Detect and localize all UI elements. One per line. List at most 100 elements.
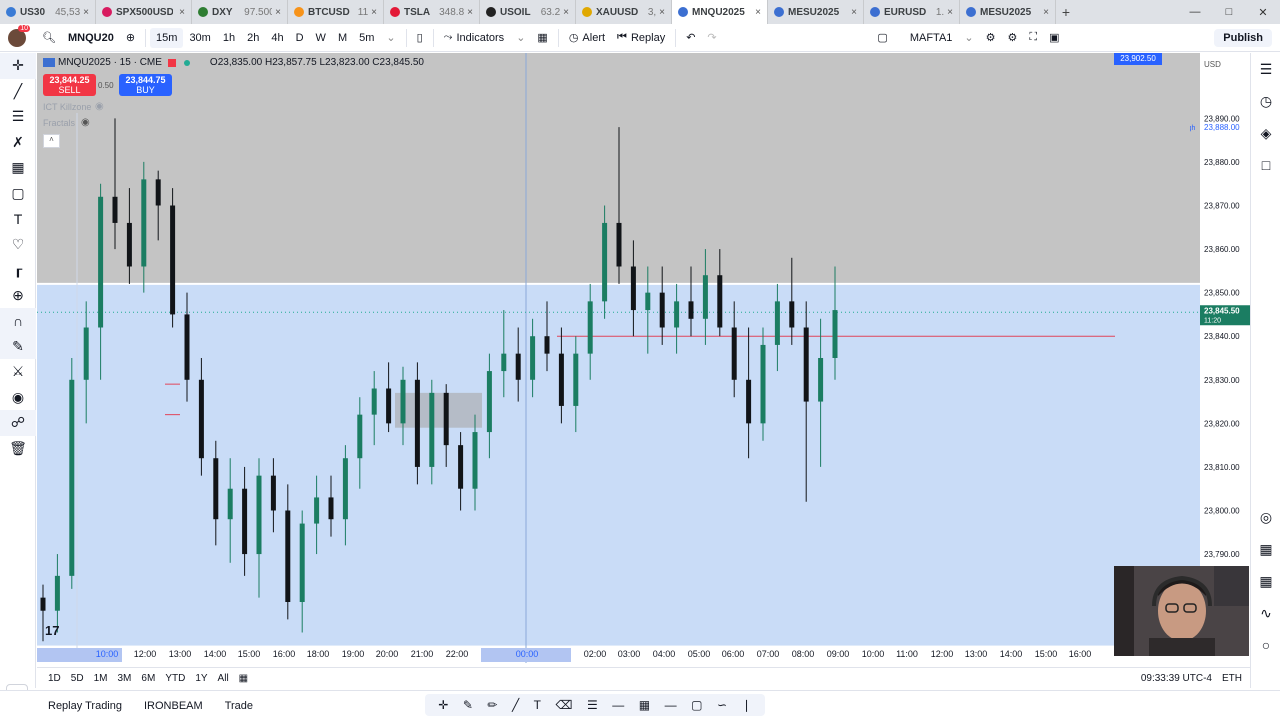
chevron-down-icon[interactable]: ⌄ — [380, 24, 401, 52]
target-icon[interactable]: ◎ — [1251, 501, 1280, 533]
add-symbol-icon[interactable]: ⊕ — [120, 24, 141, 52]
browser-tab[interactable]: EURUSD 1. × — [864, 0, 960, 24]
chevron-down-icon[interactable]: ⌄ — [958, 24, 979, 52]
path-icon[interactable]: ∽ — [717, 698, 727, 712]
help-icon[interactable]: ○ — [1251, 629, 1280, 661]
layers-icon[interactable]: ◈ — [1251, 117, 1280, 149]
close-icon[interactable]: × — [947, 7, 953, 18]
close-icon[interactable]: × — [371, 7, 377, 18]
browser-tab[interactable]: USOIL 63.2 × — [480, 0, 576, 24]
browser-tab[interactable]: BTCUSD 11 × — [288, 0, 384, 24]
camera-icon[interactable]: ▣ — [1043, 24, 1065, 52]
pulse-icon[interactable]: ∿ — [1251, 597, 1280, 629]
interval-M[interactable]: M — [332, 24, 353, 52]
browser-tab[interactable]: MNQU2025 × — [672, 0, 768, 24]
lock-icon[interactable]: ⚔ — [0, 359, 36, 385]
horizontal-line-icon[interactable]: — — [612, 698, 624, 712]
undo-icon[interactable]: ↶ — [680, 24, 701, 52]
range-1d[interactable]: 1D — [43, 673, 66, 684]
price-chart[interactable] — [37, 53, 1250, 663]
date-range-icon[interactable]: ▦ — [234, 673, 253, 684]
browser-tab[interactable]: SPX500USD × — [96, 0, 192, 24]
text-icon[interactable]: T — [0, 206, 36, 232]
redo-icon[interactable]: ↷ — [701, 24, 722, 52]
range-5d[interactable]: 5D — [66, 673, 89, 684]
new-tab-icon[interactable]: + — [1056, 4, 1076, 20]
watchlist-icon[interactable]: ☰ — [1251, 53, 1280, 85]
heart-icon[interactable]: ♡ — [0, 232, 36, 258]
zoom-in-icon[interactable]: ⊕ — [0, 283, 36, 309]
close-icon[interactable]: × — [755, 7, 761, 18]
interval-D[interactable]: D — [290, 24, 310, 52]
chat-icon[interactable]: □ — [1251, 149, 1280, 181]
buy-button[interactable]: 23,844.75 BUY — [119, 74, 172, 96]
ruler-icon[interactable]: ┎ — [0, 257, 36, 283]
clock[interactable]: 09:33:39 UTC-4 — [1141, 673, 1212, 684]
chevron-down-icon[interactable]: ⌄ — [510, 24, 531, 52]
browser-tab[interactable]: MESU2025 × — [960, 0, 1056, 24]
brush-icon[interactable]: ✏ — [487, 698, 497, 712]
time-axis[interactable]: 10:00 00:00 12:00 13:00 14:00 15:00 16:00 18:… — [37, 646, 1200, 664]
quick-search-icon[interactable]: ⚙ — [980, 24, 1002, 52]
rectangle-icon[interactable]: ▢ — [691, 698, 702, 712]
alerts-clock-icon[interactable]: ◷ — [1251, 85, 1280, 117]
browser-tab[interactable]: US30 45,53 × — [0, 0, 96, 24]
close-icon[interactable]: × — [659, 7, 665, 18]
trade-tab[interactable]: Trade — [225, 700, 253, 712]
close-icon[interactable]: × — [467, 7, 473, 18]
link-icon[interactable]: ☍ — [0, 410, 36, 436]
replay-button[interactable]: ⏮ Replay — [611, 24, 671, 52]
eye-icon[interactable]: ◉ — [95, 101, 104, 112]
range-3m[interactable]: 3M — [113, 673, 137, 684]
indicator-fractals[interactable]: Fractals — [43, 118, 75, 128]
trend-line-icon[interactable]: ╱ — [512, 698, 519, 712]
range-all[interactable]: All — [213, 673, 234, 684]
session-label[interactable]: ETH — [1222, 673, 1242, 684]
interval-5m[interactable]: 5m — [353, 24, 380, 52]
interval-1h[interactable]: 1h — [217, 24, 241, 52]
browser-tab[interactable]: DXY 97.500 × — [192, 0, 288, 24]
crosshair-icon[interactable]: ✛ — [0, 53, 36, 79]
candle-type-icon[interactable]: ▯ — [411, 24, 429, 52]
vertical-line-icon[interactable]: ❘ — [742, 698, 752, 712]
range-ytd[interactable]: YTD — [160, 673, 190, 684]
frame-icon[interactable]: ▦ — [639, 698, 650, 712]
interval-15m[interactable]: 15m — [150, 27, 184, 48]
measure-icon[interactable]: ✎ — [463, 698, 473, 712]
grid-icon[interactable]: ▦ — [1251, 565, 1280, 597]
interval-2h[interactable]: 2h — [241, 24, 265, 52]
browser-tab[interactable]: XAUUSD 3, × — [576, 0, 672, 24]
minimize-icon[interactable]: — — [1178, 6, 1212, 19]
close-icon[interactable]: × — [1043, 7, 1049, 18]
legend-title[interactable]: MNQU2025 · 15 · CME — [58, 57, 162, 68]
rectangle-icon[interactable]: ▢ — [0, 181, 36, 207]
eye-icon[interactable]: ◉ — [81, 117, 90, 128]
avatar[interactable]: 10 — [8, 24, 30, 47]
calendar-icon[interactable]: ▦ — [1251, 533, 1280, 565]
publish-button[interactable]: Publish — [1214, 28, 1272, 47]
close-icon[interactable]: × — [851, 7, 857, 18]
browser-tab[interactable]: TSLA 348.8 × — [384, 0, 480, 24]
eraser-icon[interactable]: ⌫ — [556, 698, 573, 712]
collapse-legend-button[interactable]: ˄ — [43, 134, 60, 148]
range-6m[interactable]: 6M — [136, 673, 160, 684]
interval-4h[interactable]: 4h — [265, 24, 289, 52]
pitchfork-icon[interactable]: ✗ — [0, 130, 36, 156]
text-icon[interactable]: T — [534, 698, 541, 712]
close-icon[interactable]: × — [275, 7, 281, 18]
close-icon[interactable]: × — [563, 7, 569, 18]
layout-name[interactable]: MAFTA1 — [904, 24, 959, 52]
search-icon[interactable]: 🔍︎ — [36, 24, 62, 52]
eye-icon[interactable]: ◉ — [0, 385, 36, 411]
range-1m[interactable]: 1M — [89, 673, 113, 684]
range-1y[interactable]: 1Y — [190, 673, 212, 684]
fullscreen-icon[interactable]: ⛶ — [1023, 24, 1043, 52]
settings-icon[interactable]: ⚙ — [1002, 24, 1024, 52]
templates-icon[interactable]: ▦ — [531, 24, 553, 52]
layout-icon[interactable]: ▢ — [871, 24, 893, 52]
maximize-icon[interactable]: □ — [1212, 6, 1246, 19]
horizontal-lines-icon[interactable]: ☰ — [0, 104, 36, 130]
trash-icon[interactable]: 🗑︎ — [0, 436, 36, 462]
alert-button[interactable]: ◷ Alert — [563, 24, 611, 52]
broker-tab[interactable]: IRONBEAM — [144, 700, 203, 712]
